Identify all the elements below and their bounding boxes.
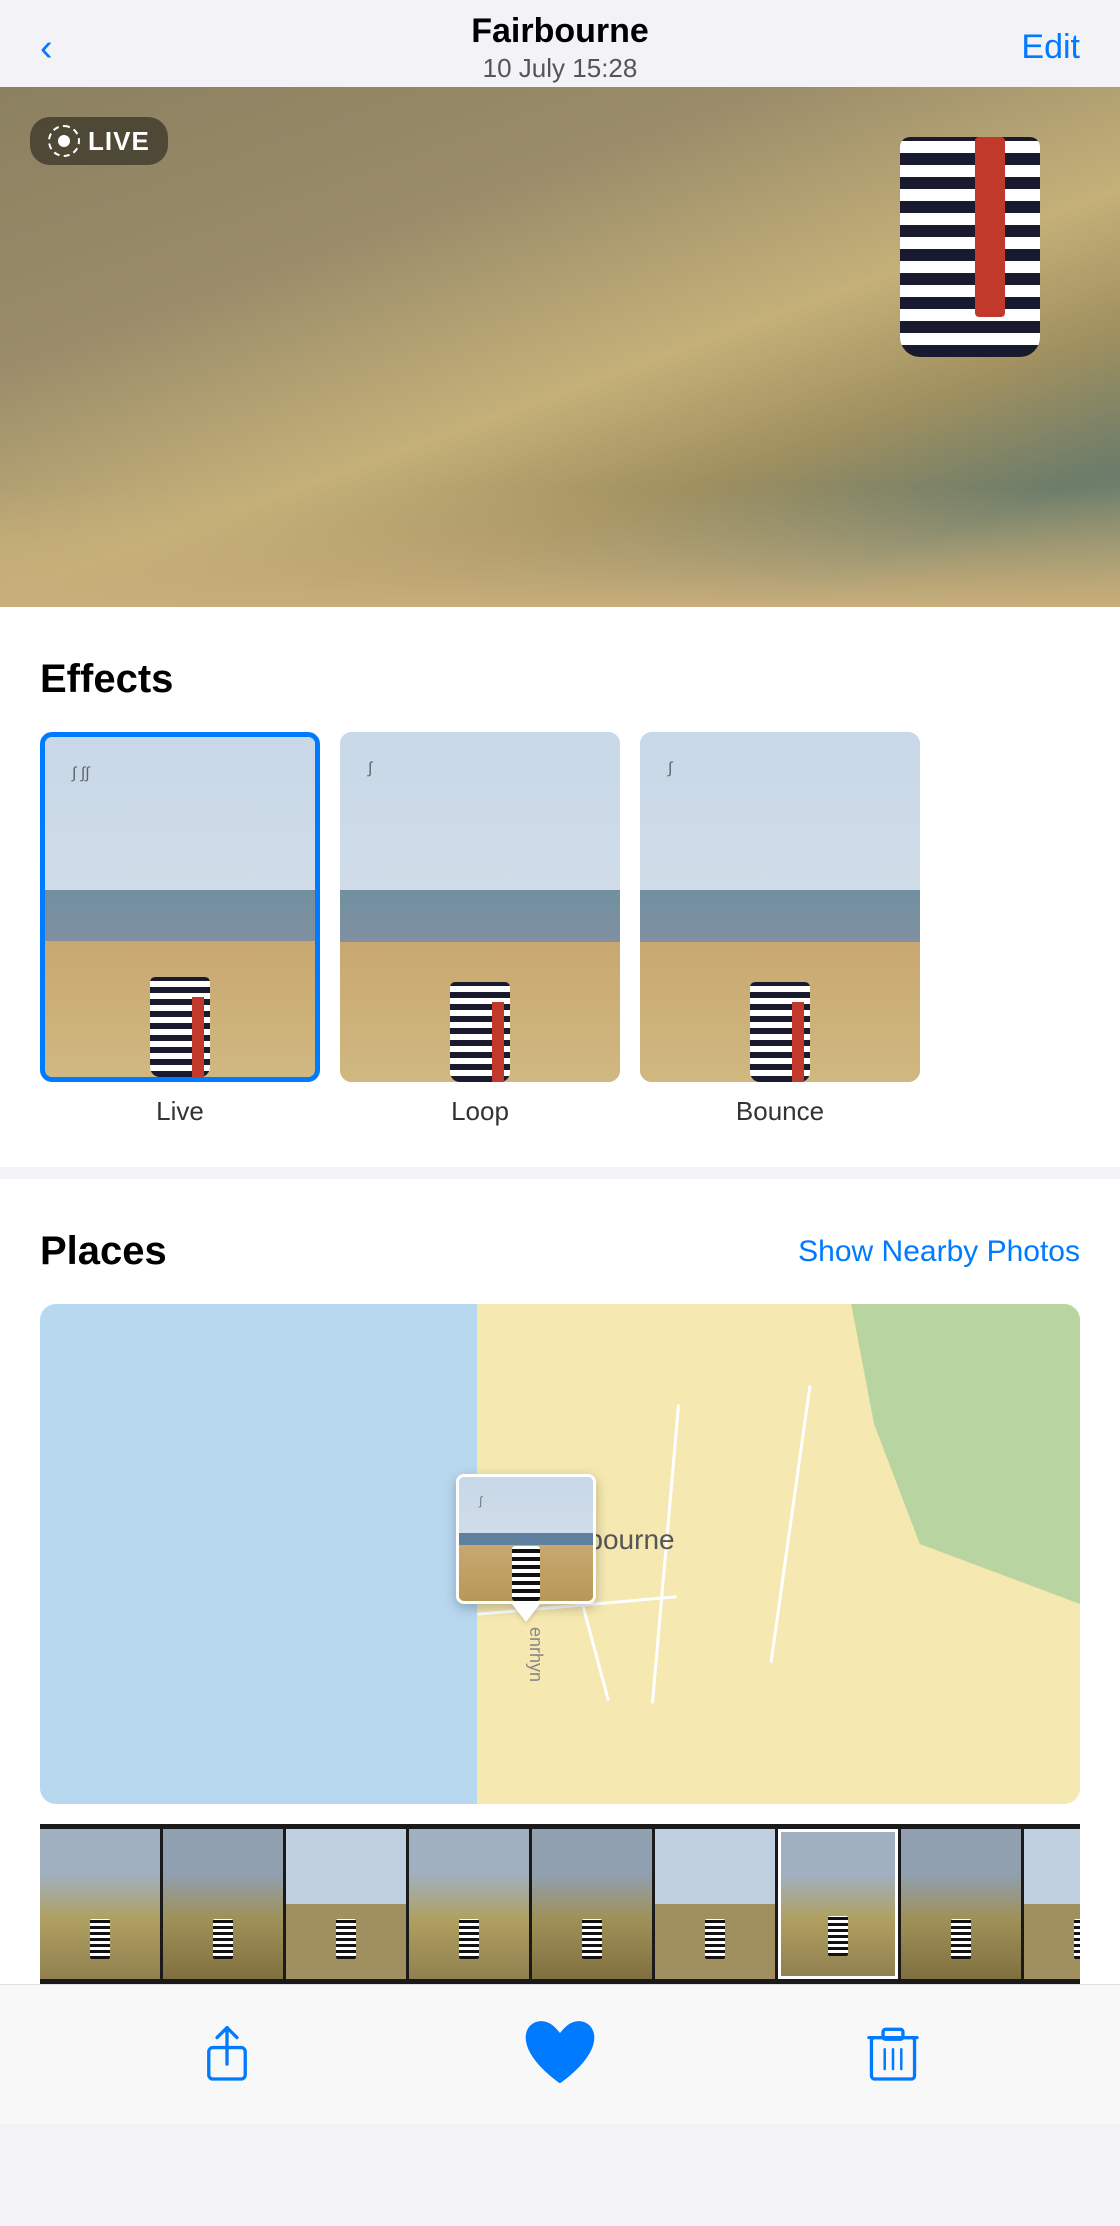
thumb-birds-bounce: ∫: [668, 760, 672, 778]
thumb-sky-live: ∫ ∫∫: [45, 737, 315, 890]
map-container[interactable]: Fairbourne enrhyn ∫: [40, 1304, 1080, 1804]
main-photo: LIVE: [0, 87, 1120, 607]
places-section: Places Show Nearby Photos Fairbourne enr…: [0, 1179, 1120, 1984]
delete-button[interactable]: [853, 2015, 933, 2095]
header: ‹ Fairbourne 10 July 15:28 Edit: [0, 0, 1120, 87]
back-button[interactable]: ‹: [40, 29, 53, 67]
filmstrip-figure: [828, 1916, 848, 1956]
trash-icon: [864, 2026, 922, 2084]
thumb-sky-loop: ∫: [340, 732, 620, 890]
share-icon: [198, 2026, 256, 2084]
poncho-red-stripe: [975, 137, 1005, 317]
heart-icon: [520, 2017, 600, 2091]
map-pin-photo: ∫: [456, 1474, 596, 1604]
thumb-sand-loop: [340, 942, 620, 1082]
live-dot: [58, 135, 70, 147]
thumb-child-red-live: [192, 997, 204, 1077]
filmstrip-item-active[interactable]: [778, 1829, 898, 1979]
filmstrip-figure: [336, 1919, 356, 1959]
filmstrip-item[interactable]: [655, 1829, 775, 1979]
places-header: Places Show Nearby Photos: [40, 1229, 1080, 1274]
filmstrip-figure: [90, 1919, 110, 1959]
header-center: Fairbourne 10 July 15:28: [471, 12, 649, 84]
filmstrip-item[interactable]: [286, 1829, 406, 1979]
thumb-sand-live: [45, 941, 315, 1077]
effect-label-bounce: Bounce: [736, 1096, 824, 1127]
effect-thumb-bounce: ∫: [640, 732, 920, 1082]
filmstrip-item[interactable]: [409, 1829, 529, 1979]
thumb-sea-live: [45, 890, 315, 941]
effect-label-live: Live: [156, 1096, 204, 1127]
filmstrip-figure: [213, 1919, 233, 1959]
filmstrip-figure: [1074, 1919, 1080, 1959]
thumb-birds-loop: ∫: [368, 760, 372, 778]
sand-overlay: [0, 487, 1120, 607]
page-title: Fairbourne: [471, 12, 649, 51]
bottom-toolbar: [0, 1984, 1120, 2124]
effects-header: Effects: [40, 657, 1080, 702]
effects-title: Effects: [40, 657, 173, 702]
poncho: [900, 137, 1040, 357]
filmstrip: [40, 1824, 1080, 1984]
effect-thumb-loop: ∫: [340, 732, 620, 1082]
edit-button[interactable]: Edit: [1021, 28, 1080, 67]
thumb-child-red-bounce: [792, 1002, 804, 1082]
filmstrip-item[interactable]: [532, 1829, 652, 1979]
filmstrip-figure: [582, 1919, 602, 1959]
effect-thumb-live: ∫ ∫∫: [40, 732, 320, 1082]
thumb-child-red-loop: [492, 1002, 504, 1082]
show-nearby-button[interactable]: Show Nearby Photos: [798, 1235, 1080, 1269]
filmstrip-item[interactable]: [901, 1829, 1021, 1979]
filmstrip-item[interactable]: [40, 1829, 160, 1979]
section-divider: [0, 1167, 1120, 1179]
share-button[interactable]: [187, 2015, 267, 2095]
map-street-label: enrhyn: [525, 1627, 546, 1682]
thumb-sand-bounce: [640, 942, 920, 1082]
effect-item-bounce[interactable]: ∫ Bounce: [640, 732, 920, 1127]
filmstrip-item[interactable]: [163, 1829, 283, 1979]
effect-item-loop[interactable]: ∫ Loop: [340, 732, 620, 1127]
thumb-sea-bounce: [640, 890, 920, 943]
effect-label-loop: Loop: [451, 1096, 509, 1127]
filmstrip-figure: [951, 1919, 971, 1959]
thumb-sky-bounce: ∫: [640, 732, 920, 890]
header-date: 10 July 15:28: [471, 53, 649, 84]
effects-section: Effects ∫ ∫∫ Live ∫: [0, 607, 1120, 1167]
live-text: LIVE: [88, 126, 150, 157]
thumb-birds-live: ∫ ∫∫: [72, 765, 90, 783]
effect-item-live[interactable]: ∫ ∫∫ Live: [40, 732, 320, 1127]
live-badge[interactable]: LIVE: [30, 117, 168, 165]
favorite-button[interactable]: [520, 2015, 600, 2095]
filmstrip-figure: [705, 1919, 725, 1959]
child-figure: [860, 117, 1060, 397]
live-icon: [48, 125, 80, 157]
effects-row: ∫ ∫∫ Live ∫ Loop: [40, 732, 1080, 1127]
map-water: [40, 1304, 508, 1804]
map-pin-arrow: [512, 1604, 540, 1622]
filmstrip-item[interactable]: [1024, 1829, 1080, 1979]
filmstrip-figure: [459, 1919, 479, 1959]
places-title: Places: [40, 1229, 167, 1274]
map-pin[interactable]: ∫: [456, 1474, 596, 1622]
thumb-sea-loop: [340, 890, 620, 943]
